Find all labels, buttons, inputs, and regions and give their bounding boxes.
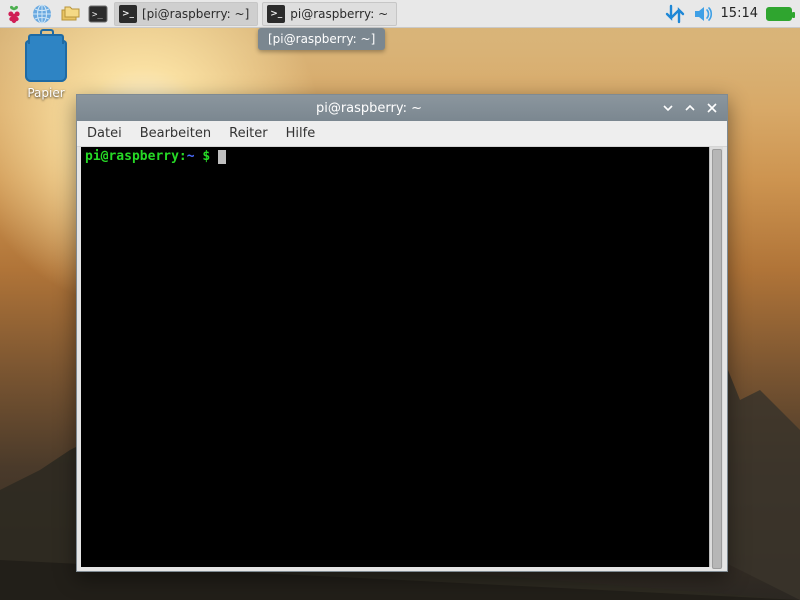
terminal-cursor <box>218 150 226 164</box>
taskbar-item-terminal-1[interactable]: >_ [pi@raspberry: ~] <box>114 2 258 26</box>
terminal-launcher[interactable]: >_ <box>84 0 112 28</box>
terminal-scrollbar[interactable] <box>709 147 723 567</box>
prompt-path: ~ <box>187 149 195 164</box>
menu-edit[interactable]: Bearbeiten <box>140 126 211 141</box>
menu-help[interactable]: Hilfe <box>286 126 316 141</box>
trash-desktop-icon[interactable]: Papier <box>10 40 82 100</box>
close-icon <box>706 102 718 114</box>
prompt-userhost: pi@raspberry <box>85 149 179 164</box>
terminal-icon: >_ <box>267 5 285 23</box>
clock[interactable]: 15:14 <box>721 6 758 21</box>
taskbar-item-label: [pi@raspberry: ~] <box>142 7 249 21</box>
window-maximize-button[interactable] <box>681 99 699 117</box>
menu-tabs[interactable]: Reiter <box>229 126 268 141</box>
window-titlebar[interactable]: pi@raspberry: ~ <box>77 95 727 121</box>
taskbar-item-terminal-2[interactable]: >_ pi@raspberry: ~ <box>262 2 397 26</box>
window-minimize-button[interactable] <box>659 99 677 117</box>
chevron-up-icon <box>684 102 696 114</box>
app-menu-button[interactable] <box>0 0 28 28</box>
window-close-button[interactable] <box>703 99 721 117</box>
window-title: pi@raspberry: ~ <box>83 101 655 116</box>
terminal-icon: >_ <box>119 5 137 23</box>
terminal-viewport: pi@raspberry:~ $ <box>81 147 723 567</box>
terminal-icon: >_ <box>88 5 108 23</box>
taskbar-tooltip: [pi@raspberry: ~] <box>258 28 385 50</box>
network-icon[interactable] <box>665 4 685 24</box>
menu-file[interactable]: Datei <box>87 126 122 141</box>
battery-indicator[interactable] <box>766 7 792 21</box>
prompt-dollar: $ <box>195 149 218 164</box>
chevron-down-icon <box>662 102 674 114</box>
trash-icon <box>25 40 67 82</box>
svg-text:>_: >_ <box>92 10 103 20</box>
globe-icon <box>32 4 52 24</box>
folders-icon <box>60 5 80 23</box>
window-menubar: Datei Bearbeiten Reiter Hilfe <box>77 121 727 147</box>
raspberry-icon <box>4 4 24 24</box>
terminal-window: pi@raspberry: ~ Datei Bearbeiten Reiter … <box>76 94 728 572</box>
terminal-output[interactable]: pi@raspberry:~ $ <box>81 147 709 567</box>
scrollbar-thumb[interactable] <box>712 149 722 569</box>
prompt-sep: : <box>179 149 187 164</box>
system-tray: 15:14 <box>665 0 800 28</box>
taskbar: >_ >_ [pi@raspberry: ~] >_ pi@raspberry:… <box>0 0 800 28</box>
taskbar-item-label: pi@raspberry: ~ <box>290 7 388 21</box>
desktop-icons: Papier <box>10 40 82 100</box>
volume-icon[interactable] <box>693 4 713 24</box>
file-manager-launcher[interactable] <box>56 0 84 28</box>
desktop-icon-label: Papier <box>10 86 82 100</box>
browser-launcher[interactable] <box>28 0 56 28</box>
